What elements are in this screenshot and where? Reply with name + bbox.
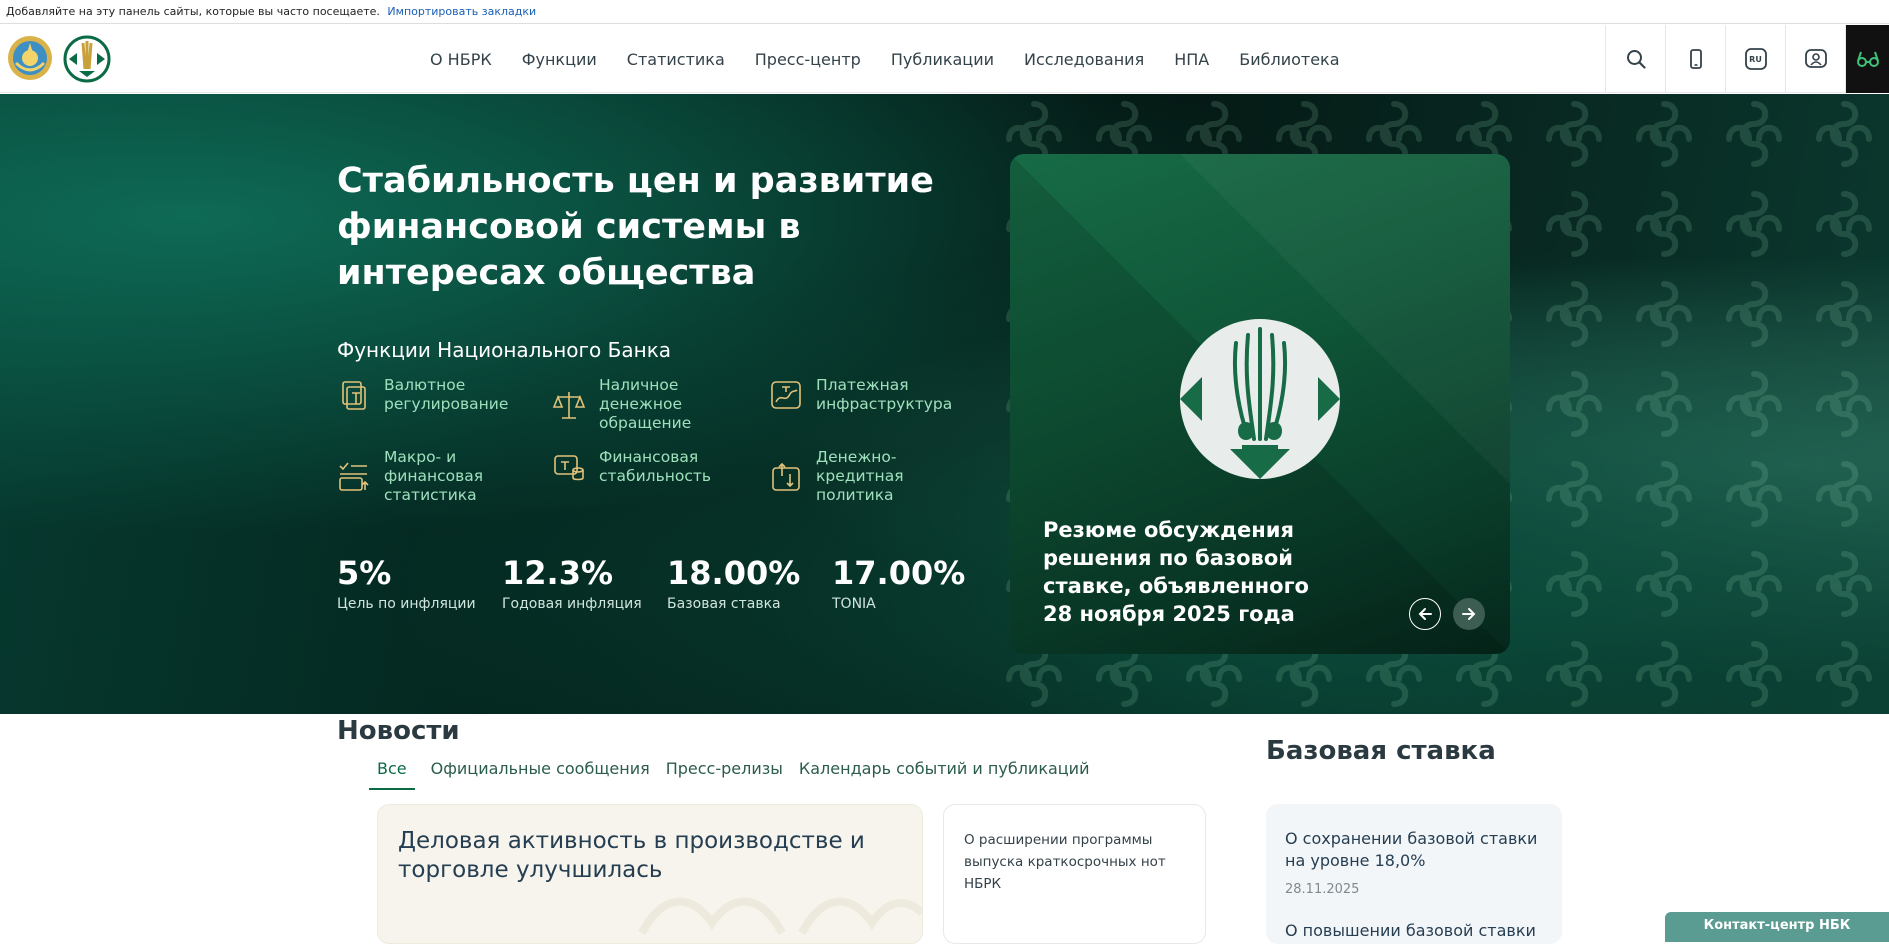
function-label: Денежно-кредитная политика [816, 448, 904, 504]
carousel-prev-button[interactable] [1409, 598, 1441, 630]
featured-news-title[interactable]: Резюме обсуждения решения по базовой ста… [1043, 516, 1343, 628]
stability-icon [554, 455, 584, 481]
base-rate-heading: Базовая ставка [1266, 736, 1496, 766]
stat-annual-inflation[interactable]: 12.3% Годовая инфляция [502, 554, 667, 612]
stat-value: 5% [337, 554, 392, 592]
header-tools: RU [1605, 25, 1889, 93]
monetary-policy-icon [772, 462, 800, 491]
tab-events-calendar[interactable]: Календарь событий и публикаций [799, 754, 1090, 790]
bookmarks-bar: Добавляйте на эту панель сайты, которые … [0, 0, 1889, 24]
function-monetary-policy[interactable]: Денежно-кредитная политика [769, 448, 956, 505]
account-button[interactable] [1785, 25, 1845, 93]
tab-official-messages[interactable]: Официальные сообщения [431, 754, 650, 790]
site-header: О НБРК Функции Статистика Пресс-центр Пу… [0, 25, 1889, 93]
search-icon [1626, 50, 1646, 69]
key-indicators: 5% Цель по инфляции 12.3% Годовая инфляц… [337, 554, 997, 612]
function-cash-circulation[interactable]: Наличное денежное обращение [552, 376, 739, 433]
carousel-next-button[interactable] [1453, 598, 1485, 630]
function-currency-regulation[interactable]: Валютное регулирование [337, 376, 524, 414]
arrow-left-icon [1418, 608, 1432, 620]
function-label: Макро- и финансовая статистика [384, 448, 484, 504]
tab-all[interactable]: Все [369, 754, 415, 790]
base-rate-item-title[interactable]: О сохранении базовой ставки на уровне 18… [1285, 828, 1547, 872]
news-card-side[interactable]: О расширении программы выпуска краткосро… [943, 804, 1206, 944]
hero-title: Стабильность цен и развитие финансовой с… [337, 161, 934, 293]
nav-statistics[interactable]: Статистика [627, 50, 725, 69]
stat-caption: Годовая инфляция [502, 596, 642, 612]
language-label: RU [1749, 54, 1762, 64]
payment-icon [771, 381, 801, 409]
stat-tonia[interactable]: 17.00% TONIA [832, 554, 997, 612]
accessibility-button[interactable] [1845, 25, 1889, 93]
base-rate-item-date: 28.11.2025 [1285, 882, 1360, 897]
function-financial-stability[interactable]: Финансовая стабильность [552, 448, 739, 486]
main-nav: О НБРК Функции Статистика Пресс-центр Пу… [430, 25, 1370, 93]
nav-library[interactable]: Библиотека [1239, 50, 1339, 69]
base-rate-item-title[interactable]: О повышении базовой ставки [1285, 920, 1547, 942]
stat-value: 12.3% [502, 554, 614, 592]
stat-value: 17.00% [832, 554, 966, 592]
nav-press-center[interactable]: Пресс-центр [755, 50, 861, 69]
news-main-title[interactable]: Деловая активность в производстве и торг… [398, 827, 878, 885]
function-label: Финансовая стабильность [599, 448, 712, 485]
search-button[interactable] [1605, 25, 1665, 93]
account-icon [1804, 49, 1827, 68]
mobile-app-button[interactable] [1665, 25, 1725, 93]
news-side-title[interactable]: О расширении программы выпуска краткосро… [964, 829, 1189, 895]
function-label: Валютное регулирование [384, 376, 509, 413]
nav-functions[interactable]: Функции [522, 50, 597, 69]
news-card-main[interactable]: Деловая активность в производстве и торг… [377, 804, 923, 944]
statistics-icon [339, 461, 369, 491]
mobile-icon [1689, 49, 1702, 69]
language-button[interactable]: RU [1725, 25, 1785, 93]
scales-icon [552, 391, 586, 419]
featured-news-card[interactable]: Резюме обсуждения решения по базовой ста… [1010, 154, 1510, 654]
national-bank-logo[interactable] [63, 35, 111, 83]
stat-inflation-target[interactable]: 5% Цель по инфляции [337, 554, 502, 612]
stat-caption: TONIA [832, 596, 876, 612]
function-label: Платежная инфраструктура [816, 376, 953, 413]
hero-banner: Стабильность цен и развитие финансовой с… [0, 94, 1889, 714]
nav-legal-acts[interactable]: НПА [1174, 50, 1209, 69]
function-statistics[interactable]: Макро- и финансовая статистика [337, 448, 524, 505]
import-bookmarks-link[interactable]: Импортировать закладки [387, 5, 536, 18]
national-bank-emblem [1180, 319, 1340, 479]
function-label: Наличное денежное обращение [599, 376, 692, 432]
currency-icon [342, 381, 366, 410]
base-rate-card: О сохранении базовой ставки на уровне 18… [1266, 804, 1562, 944]
functions-heading: Функции Национального Банка [337, 338, 672, 362]
nav-publications[interactable]: Публикации [891, 50, 994, 69]
bookmarks-hint: Добавляйте на эту панель сайты, которые … [6, 5, 380, 18]
function-payment-infrastructure[interactable]: Платежная инфраструктура [769, 376, 956, 414]
state-emblem-logo[interactable] [6, 33, 54, 83]
arrow-right-icon [1462, 608, 1476, 620]
stat-caption: Цель по инфляции [337, 596, 476, 612]
contact-center-button[interactable]: Контакт-центр НБК [1665, 912, 1889, 942]
nav-research[interactable]: Исследования [1024, 50, 1144, 69]
stat-value: 18.00% [667, 554, 801, 592]
tab-press-releases[interactable]: Пресс-релизы [666, 754, 783, 790]
news-heading: Новости [337, 716, 460, 746]
news-tabs: Все Официальные сообщения Пресс-релизы К… [369, 754, 1105, 790]
nav-about[interactable]: О НБРК [430, 50, 492, 69]
glasses-icon [1856, 51, 1879, 67]
stat-base-rate[interactable]: 18.00% Базовая ставка [667, 554, 832, 612]
stat-caption: Базовая ставка [667, 596, 781, 612]
